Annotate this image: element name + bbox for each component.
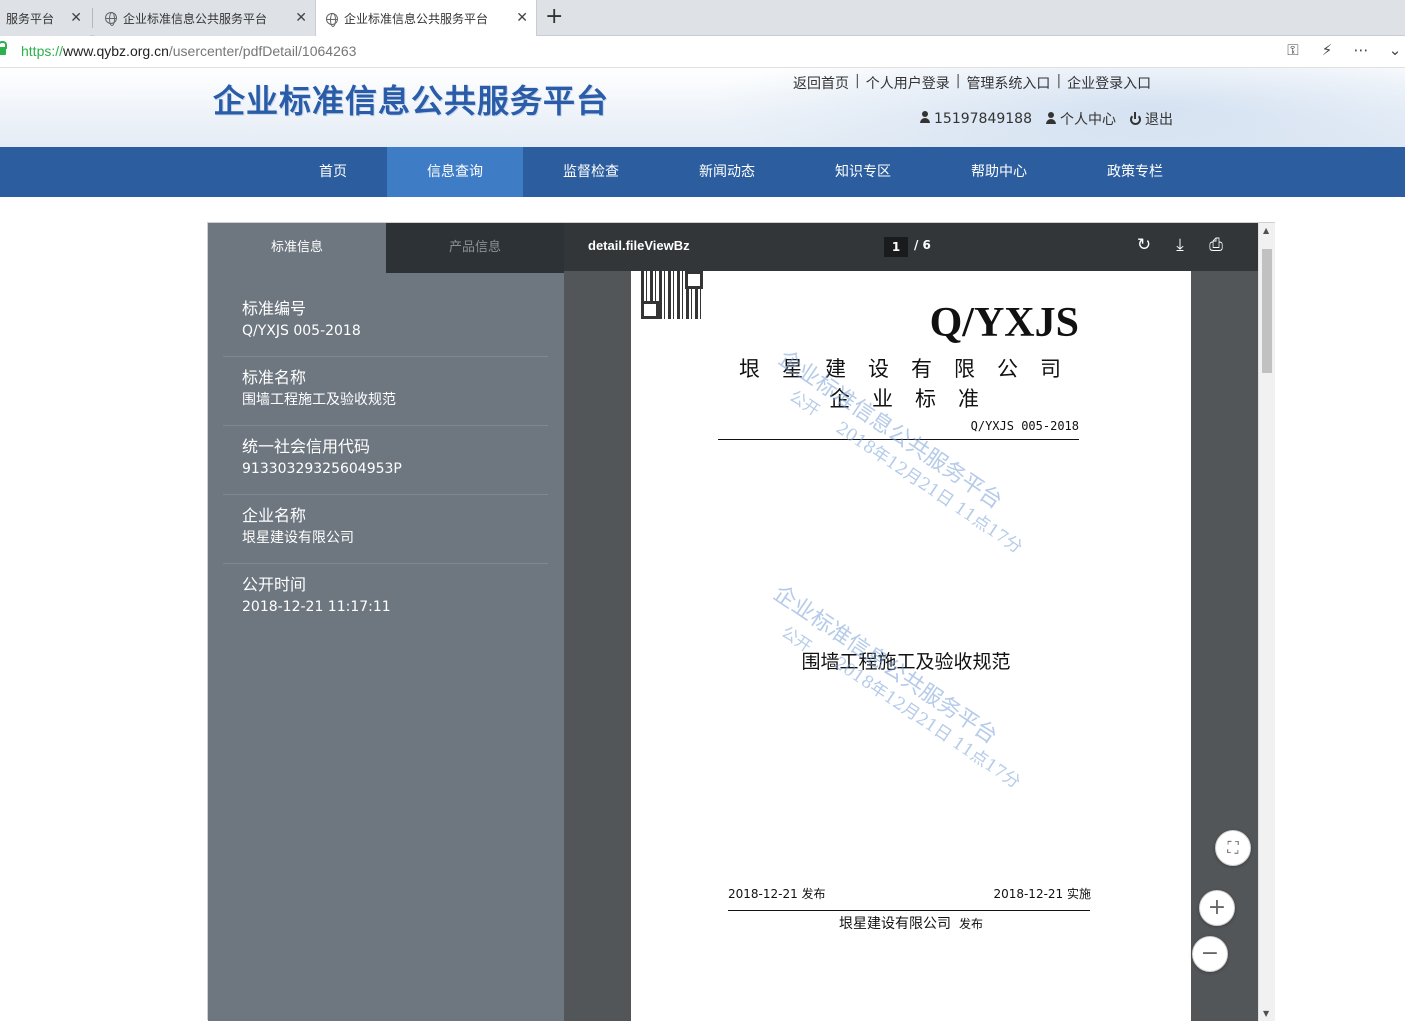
scroll-up-icon[interactable]: ▲ [1263,226,1269,235]
info-sidebar: 标准信息 产品信息 标准编号 Q/YXJS 005-2018 标准名称 围墙工程… [208,223,564,1021]
close-icon[interactable]: ✕ [295,10,307,26]
list-item: 标准编号 Q/YXJS 005-2018 [223,288,548,357]
top-links: 返回首页 | 个人用户登录 | 管理系统入口 | 企业登录入口 [793,73,1151,93]
address-bar-actions: ⚿ ⚡ ⋯ ⌄ [1283,41,1405,59]
browser-tab-1[interactable]: 服务平台 ✕ [0,0,90,36]
qr-code-image [641,271,703,319]
tab-title: 企业标准信息公共服务平台 [344,12,489,26]
print-icon[interactable]: ⎙ [1206,235,1226,255]
address-bar[interactable]: https://www.qybz.org.cn/usercenter/pdfDe… [0,36,1405,68]
site-header: 企业标准信息公共服务平台 返回首页 | 个人用户登录 | 管理系统入口 | 企业… [0,68,1405,147]
power-icon [1129,112,1141,125]
user-icon [1045,112,1056,124]
site-logo[interactable]: 企业标准信息公共服务平台 [213,76,609,122]
info-value: 91330329325604953P [242,461,402,477]
pdf-toolbar: detail.fileViewBz 1 / 6 ↻ ⤓ ⎙ [564,223,1258,271]
info-label: 标准编号 [242,299,307,318]
info-value: 围墙工程施工及验收规范 [242,392,396,408]
globe-icon [105,12,117,26]
info-value: 2018-12-21 11:17:11 [242,599,391,615]
info-value: 垠星建设有限公司 [242,530,354,546]
nav-knowledge[interactable]: 知识专区 [795,147,931,197]
info-label: 公开时间 [242,575,307,594]
scrollbar[interactable]: ▲ ▼ [1258,223,1275,1021]
user-phone[interactable]: 15197849188 [920,111,1032,127]
divider [728,910,1090,911]
user-center-link[interactable]: 个人中心 [1045,109,1116,129]
list-item: 统一社会信用代码 91330329325604953P [223,426,548,495]
main-nav: 首页 信息查询 监督检查 新闻动态 知识专区 帮助中心 政策专栏 [0,147,1405,197]
tab-separator [92,8,93,28]
close-icon[interactable]: ✕ [70,10,82,26]
implement-date: 2018-12-21 实施 [993,887,1091,901]
zoom-in-button[interactable]: + [1199,890,1235,926]
url-text[interactable]: https://www.qybz.org.cn/usercenter/pdfDe… [21,43,356,59]
nav-help[interactable]: 帮助中心 [931,147,1067,197]
link-home[interactable]: 返回首页 [793,73,849,93]
key-icon[interactable]: ⚿ [1283,41,1303,59]
chevron-down-icon[interactable]: ⌄ [1385,41,1405,59]
pdf-page: Q/YXJS 垠星建设有限公司 企业标准 Q/YXJS 005-2018 企业标… [631,271,1191,1021]
link-separator: | [1056,73,1062,89]
list-item: 标准名称 围墙工程施工及验收规范 [223,357,548,426]
tab-product-info[interactable]: 产品信息 [386,223,564,273]
page-number-input[interactable]: 1 [884,237,908,257]
page-total: / 6 [914,238,931,252]
scrollbar-thumb[interactable] [1262,249,1272,373]
standard-number: Q/YXJS 005-2018 [970,419,1079,433]
browser-tab-3-active[interactable]: 企业标准信息公共服务平台 ✕ [315,0,537,37]
publisher: 垠星建设有限公司 发布 [838,916,983,932]
info-list: 标准编号 Q/YXJS 005-2018 标准名称 围墙工程施工及验收规范 统一… [223,288,548,633]
list-item: 企业名称 垠星建设有限公司 [223,495,548,564]
info-value: Q/YXJS 005-2018 [242,323,361,339]
lightning-icon[interactable]: ⚡ [1317,41,1337,59]
rotate-icon[interactable]: ↻ [1134,235,1154,255]
browser-tab-2[interactable]: 企业标准信息公共服务平台 ✕ [95,0,315,36]
nav-policy[interactable]: 政策专栏 [1067,147,1203,197]
download-icon[interactable]: ⤓ [1170,235,1190,255]
nav-info-query[interactable]: 信息查询 [387,147,523,197]
pdf-doc-title: detail.fileViewBz [588,238,690,253]
scroll-down-icon[interactable]: ▼ [1263,1009,1269,1018]
nav-news[interactable]: 新闻动态 [659,147,795,197]
link-personal-login[interactable]: 个人用户登录 [866,73,950,93]
info-label: 企业名称 [242,506,307,525]
close-icon[interactable]: ✕ [516,10,528,26]
link-admin-entry[interactable]: 管理系统入口 [966,73,1050,93]
link-enterprise-login[interactable]: 企业登录入口 [1067,73,1151,93]
tab-standard-info[interactable]: 标准信息 [208,223,386,273]
tab-title: 服务平台 [6,11,55,26]
pdf-viewer[interactable]: detail.fileViewBz 1 / 6 ↻ ⤓ ⎙ Q/YXJS 垠星建… [564,223,1258,1021]
detail-panel: 标准信息 产品信息 标准编号 Q/YXJS 005-2018 标准名称 围墙工程… [207,222,1275,1021]
more-icon[interactable]: ⋯ [1351,41,1371,59]
nav-inspection[interactable]: 监督检查 [523,147,659,197]
zoom-out-button[interactable]: − [1192,936,1228,972]
info-label: 统一社会信用代码 [242,437,371,456]
user-bar: 15197849188 个人中心 退出 [920,109,1173,129]
lock-icon [0,41,7,55]
user-icon [920,111,930,123]
logout-link[interactable]: 退出 [1129,109,1173,129]
globe-icon [326,12,338,27]
browser-tab-bar: 服务平台 ✕ 企业标准信息公共服务平台 ✕ 企业标准信息公共服务平台 ✕ + [0,0,1405,37]
list-item: 公开时间 2018-12-21 11:17:11 [223,564,548,633]
link-separator: | [955,73,961,89]
nav-home[interactable]: 首页 [265,147,401,197]
new-tab-button[interactable]: + [545,4,563,29]
standard-code: Q/YXJS [929,300,1079,346]
link-separator: | [855,73,860,89]
fullscreen-button[interactable]: ⛶ [1215,830,1251,866]
publish-date: 2018-12-21 发布 [728,887,826,901]
tab-title: 企业标准信息公共服务平台 [123,11,268,26]
info-label: 标准名称 [242,368,307,387]
